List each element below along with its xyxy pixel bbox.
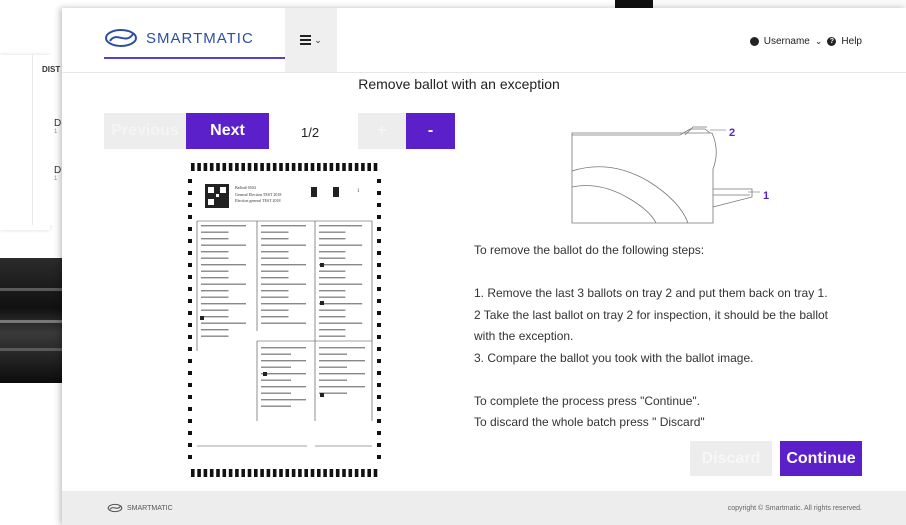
- svg-text:Ballot# 0504: Ballot# 0504: [235, 185, 256, 190]
- user-area: Username ⌄ ? Help: [749, 36, 862, 47]
- tray-2-label: 2: [729, 127, 735, 139]
- page-indicator: 1/2: [301, 125, 320, 140]
- hamburger-icon: [300, 33, 312, 47]
- continue-button[interactable]: Continue: [780, 441, 862, 476]
- footer: SMARTMATIC copyright © Smartmatic. All r…: [62, 491, 906, 525]
- smartmatic-logo-icon: [107, 503, 123, 513]
- printer-trays-illustration: 2 1: [571, 126, 769, 224]
- zoom-out-button[interactable]: -: [406, 113, 455, 149]
- chevron-down-icon: ⌄: [314, 34, 322, 45]
- copyright-text: copyright © Smartmatic. All rights reser…: [727, 505, 862, 512]
- logo-text: SMARTMATIC: [146, 29, 254, 47]
- instruction-spacer: [474, 262, 894, 284]
- logo-underline: [104, 57, 308, 59]
- instruction-line: To complete the process press "Continue"…: [474, 393, 700, 408]
- instruction-line: To remove the ballot do the following st…: [474, 243, 705, 257]
- footer-logo-text: SMARTMATIC: [127, 504, 173, 512]
- ballot-image: Ballot# 0504 General Election TEST 2018 …: [187, 161, 382, 479]
- top-bar: SMARTMATIC ⌄ Username ⌄ ? Help: [62, 8, 906, 73]
- previous-button[interactable]: Previous: [104, 113, 186, 149]
- instruction-line: 3. Compare the ballot you took with the …: [474, 350, 754, 365]
- next-button[interactable]: Next: [186, 113, 269, 149]
- chevron-down-icon[interactable]: ⌄: [815, 36, 823, 47]
- svg-text:General Election TEST 2018: General Election TEST 2018: [235, 192, 281, 197]
- background-list-item: D1: [54, 165, 62, 182]
- smartmatic-logo: SMARTMATIC: [104, 25, 308, 59]
- background-column-header: DIST: [42, 65, 61, 74]
- smartmatic-logo-icon: [105, 29, 137, 47]
- tray-1-label: 1: [763, 190, 769, 202]
- username-menu[interactable]: Username: [764, 36, 810, 47]
- background-dark-image: [0, 258, 65, 383]
- ballot-exception-dialog: SMARTMATIC ⌄ Username ⌄ ? Help Remove ba…: [62, 8, 906, 525]
- instructions-text: To remove the ballot do the following st…: [474, 240, 894, 434]
- discard-button[interactable]: Discard: [690, 441, 772, 476]
- instruction-spacer: [474, 369, 894, 391]
- help-link[interactable]: Help: [841, 36, 862, 47]
- background-list-item: D1: [54, 118, 62, 135]
- help-icon: ?: [827, 37, 837, 46]
- menu-button[interactable]: ⌄: [285, 8, 337, 72]
- instruction-line: 1. Remove the last 3 ballots on tray 2 a…: [474, 286, 828, 300]
- dialog-title: Remove ballot with an exception: [358, 76, 560, 92]
- instruction-line: To discard the whole batch press " Disca…: [474, 415, 705, 429]
- footer-logo: SMARTMATIC: [106, 503, 173, 513]
- printer-diagram: 2 1: [570, 121, 770, 231]
- instruction-line: with the exception.: [474, 329, 574, 343]
- instruction-line: 2 Take the last ballot on tray 2 for ins…: [474, 307, 828, 322]
- zoom-in-button[interactable]: +: [358, 113, 406, 149]
- user-icon: [749, 37, 759, 46]
- svg-text:Election general TEST 2018: Election general TEST 2018: [235, 198, 281, 203]
- ballot-scan: Ballot# 0504 General Election TEST 2018 …: [187, 161, 382, 479]
